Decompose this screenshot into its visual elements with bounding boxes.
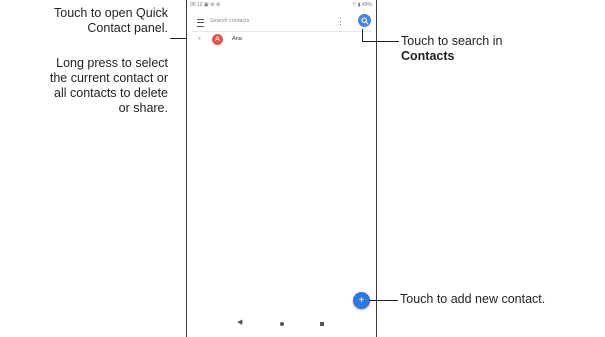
status-bar-right: ▽ ▮ 49% xyxy=(352,2,372,8)
more-options-icon[interactable]: ⋮ xyxy=(336,16,345,26)
status-bar: 05:12 ▣ ⚙ ⚙ ▽ ▮ 49% xyxy=(187,0,376,12)
phone-screen: 05:12 ▣ ⚙ ⚙ ▽ ▮ 49% Search contacts ⋮ ★ … xyxy=(186,0,377,337)
status-icons: ▣ ⚙ ⚙ xyxy=(203,2,221,8)
search-callout-line1: Touch to search in xyxy=(401,34,503,48)
quick-contact-callout-line1: Touch to open Quick xyxy=(54,6,168,20)
menu-icon[interactable] xyxy=(197,19,204,27)
navigation-bar: ◀ xyxy=(187,315,376,331)
search-icon xyxy=(360,16,369,25)
search-input[interactable]: Search contacts xyxy=(210,18,249,24)
search-leader-line-vertical xyxy=(362,29,363,41)
search-button[interactable] xyxy=(358,14,371,27)
back-icon[interactable]: ◀ xyxy=(237,318,242,326)
long-press-callout-line2: the current contact or xyxy=(49,71,168,85)
status-time: 05:12 xyxy=(190,2,203,8)
add-contact-button[interactable]: + xyxy=(353,292,370,309)
search-bar[interactable]: Search contacts ⋮ xyxy=(192,14,371,32)
recent-apps-icon[interactable] xyxy=(320,322,324,326)
contact-name[interactable]: Ana xyxy=(232,36,242,42)
contact-avatar[interactable]: A xyxy=(212,34,223,45)
long-press-callout-line3: all contacts to delete xyxy=(54,86,168,100)
quick-contact-callout: Touch to open Quick Contact panel. xyxy=(54,6,168,36)
long-press-callout-line4: or share. xyxy=(118,101,168,115)
long-press-callout: Long press to select the current contact… xyxy=(50,56,168,116)
star-icon: ★ xyxy=(197,36,202,42)
quick-contact-callout-line2: Contact panel. xyxy=(87,21,168,35)
search-callout: Touch to search in Contacts xyxy=(401,34,502,64)
add-contact-leader-line xyxy=(369,300,398,301)
add-contact-callout: Touch to add new contact. xyxy=(400,292,546,306)
long-press-callout-line1: Long press to select xyxy=(56,56,168,70)
home-icon[interactable] xyxy=(280,322,284,326)
status-bar-left: 05:12 ▣ ⚙ ⚙ xyxy=(190,2,220,8)
search-callout-line2: Contacts xyxy=(401,49,455,63)
search-leader-line xyxy=(362,41,399,42)
